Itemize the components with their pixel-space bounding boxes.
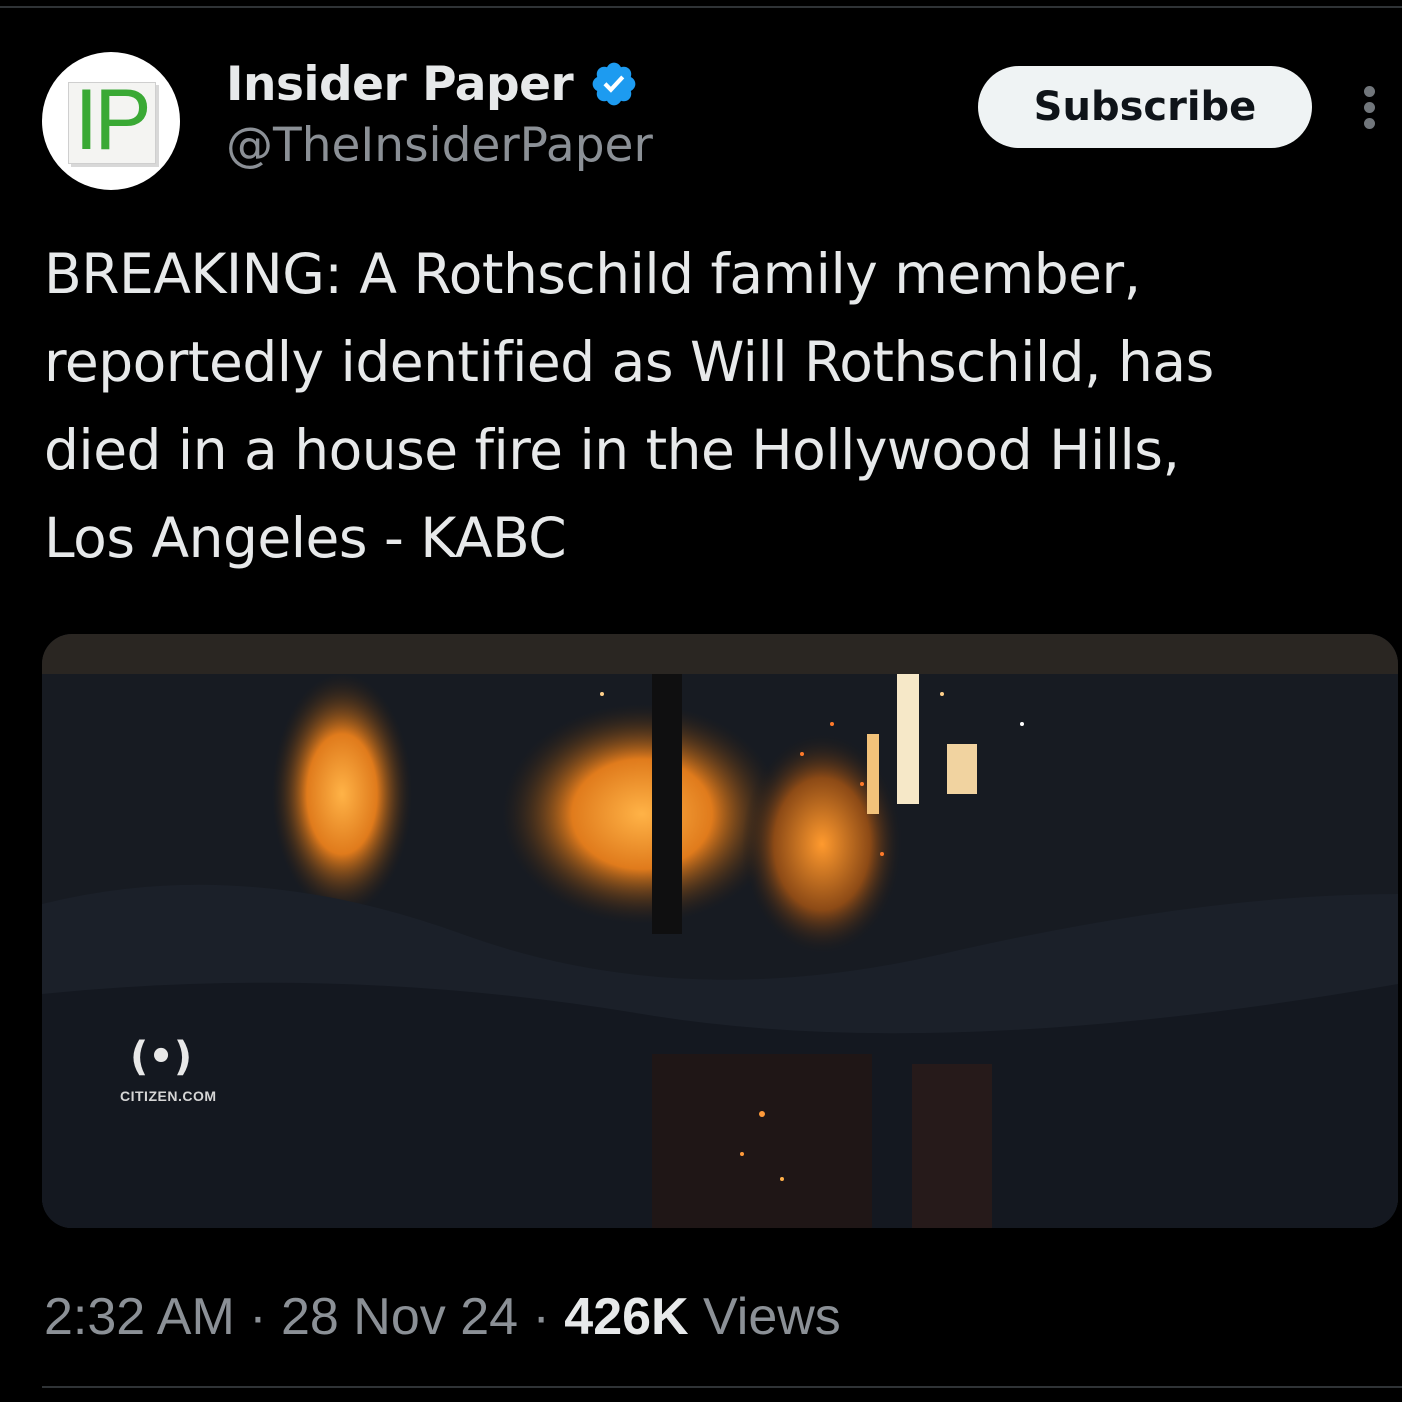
tweet-text: BREAKING: A Rothschild family member, re… xyxy=(44,242,1214,570)
bottom-divider xyxy=(42,1386,1402,1388)
views-label: Views xyxy=(688,1288,841,1346)
tweet-time[interactable]: 2:32 AM xyxy=(44,1287,235,1347)
subscribe-button[interactable]: Subscribe xyxy=(978,66,1312,148)
fire-scene-image xyxy=(42,634,1398,1228)
tweet-meta: 2:32 AM · 28 Nov 24 · 426K Views xyxy=(44,1284,841,1350)
top-divider xyxy=(0,6,1402,8)
meta-separator: · xyxy=(518,1288,565,1346)
verified-badge-icon[interactable] xyxy=(589,59,639,109)
display-name[interactable]: Insider Paper xyxy=(226,57,574,112)
more-vertical-icon[interactable] xyxy=(1358,86,1382,130)
avatar-logo-text: IP xyxy=(74,72,151,168)
citizen-watermark: CITIZEN.COM xyxy=(120,1088,217,1104)
avatar[interactable]: IP xyxy=(42,52,180,190)
account-handle[interactable]: @TheInsiderPaper xyxy=(226,118,653,173)
meta-separator: · xyxy=(234,1288,282,1346)
display-name-row[interactable]: Insider Paper xyxy=(226,54,639,114)
tweet-date[interactable]: 28 Nov 24 xyxy=(281,1287,518,1347)
citizen-logo-icon: (•) xyxy=(130,1034,193,1080)
media-video[interactable] xyxy=(42,634,1398,1228)
views-count[interactable]: 426K xyxy=(564,1287,688,1347)
